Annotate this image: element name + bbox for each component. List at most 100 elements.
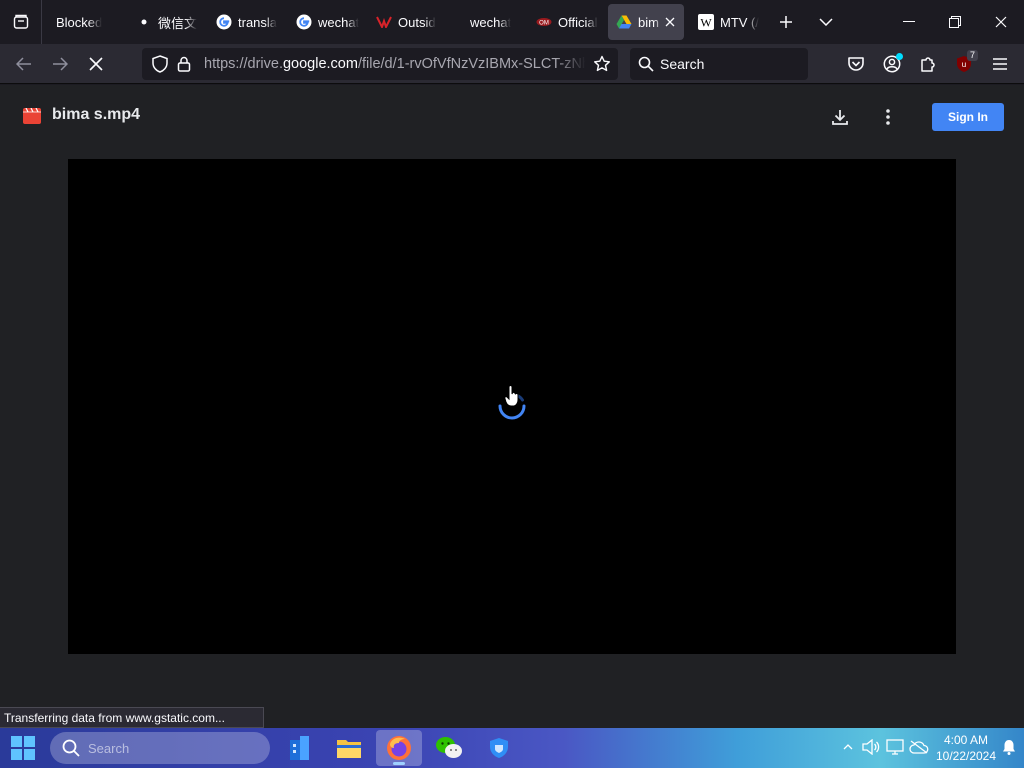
svg-text:u: u bbox=[962, 60, 966, 69]
app-menu-button[interactable] bbox=[984, 48, 1016, 80]
volume-button[interactable] bbox=[861, 737, 881, 757]
drive-viewer: bima s.mp4 Sign In bbox=[0, 85, 1024, 728]
search-bar-placeholder: Search bbox=[660, 56, 705, 72]
network-button[interactable] bbox=[885, 737, 905, 757]
taskbar-app-file-explorer[interactable] bbox=[326, 730, 372, 766]
back-button[interactable] bbox=[8, 48, 40, 80]
speaker-icon bbox=[862, 739, 880, 755]
show-hidden-icons-button[interactable] bbox=[838, 737, 858, 757]
taskbar-app-wechat[interactable] bbox=[426, 730, 472, 766]
wechat-icon bbox=[436, 737, 462, 758]
plus-icon bbox=[780, 16, 792, 28]
dot-icon bbox=[136, 14, 152, 30]
arrow-left-icon bbox=[16, 57, 31, 71]
account-button[interactable] bbox=[876, 48, 908, 80]
bookmark-star-icon[interactable] bbox=[590, 48, 614, 80]
pocket-icon bbox=[848, 57, 864, 71]
ublock-count-badge: 7 bbox=[966, 50, 978, 61]
tab-official[interactable]: OM Official bbox=[528, 4, 602, 40]
new-tab-button[interactable] bbox=[770, 6, 802, 38]
search-bar[interactable]: Search bbox=[630, 48, 808, 80]
start-button[interactable] bbox=[9, 734, 37, 762]
search-icon bbox=[62, 739, 80, 757]
pocket-button[interactable] bbox=[840, 48, 872, 80]
tab-mtv[interactable]: W MTV (/ bbox=[690, 4, 764, 40]
hamburger-menu-icon bbox=[993, 58, 1007, 70]
list-all-tabs-button[interactable] bbox=[810, 6, 842, 38]
tab-label: transla bbox=[238, 14, 278, 30]
chevron-down-icon bbox=[819, 18, 833, 26]
wikipedia-icon: W bbox=[698, 14, 714, 30]
firefox-icon bbox=[387, 736, 411, 760]
notifications-button[interactable] bbox=[999, 737, 1019, 757]
forward-button[interactable] bbox=[44, 48, 76, 80]
search-icon bbox=[638, 56, 654, 72]
notification-dot bbox=[896, 53, 903, 60]
address-bar[interactable]: https://drive.google.com/file/d/1-rvOfVf… bbox=[142, 48, 618, 80]
tab-wechat-google[interactable]: wechat bbox=[288, 4, 362, 40]
video-player[interactable] bbox=[68, 159, 956, 654]
url-host: google.com bbox=[282, 56, 358, 72]
hand-cursor-icon bbox=[504, 385, 519, 407]
office-building-icon bbox=[290, 736, 309, 760]
download-button[interactable] bbox=[826, 103, 854, 131]
tab-label: 微信文 bbox=[158, 15, 198, 31]
tab-weixin[interactable]: 微信文 bbox=[128, 4, 200, 40]
navigation-toolbar: https://drive.google.com/file/d/1-rvOfVf… bbox=[0, 44, 1024, 84]
lock-icon[interactable] bbox=[172, 48, 196, 80]
firefox-view-button[interactable] bbox=[0, 0, 42, 44]
minimize-button[interactable] bbox=[886, 0, 932, 44]
tab-label: wechat bbox=[318, 14, 360, 30]
more-options-button[interactable] bbox=[874, 103, 902, 131]
close-tab-icon[interactable] bbox=[662, 14, 678, 30]
tab-outside[interactable]: Outsid bbox=[368, 4, 446, 40]
firefox-view-icon bbox=[13, 14, 28, 29]
download-icon bbox=[832, 110, 848, 125]
taskbar-app-security[interactable] bbox=[476, 730, 522, 766]
drive-header: bima s.mp4 Sign In bbox=[0, 85, 1024, 149]
system-clock[interactable]: 4:00 AM 10/22/2024 bbox=[934, 732, 998, 764]
tracking-protection-shield-icon[interactable] bbox=[148, 48, 172, 80]
tab-blocked[interactable]: Blocked bbox=[48, 4, 120, 40]
restore-icon bbox=[949, 16, 961, 28]
clock-date: 10/22/2024 bbox=[935, 749, 997, 763]
tab-bima-active[interactable]: bim bbox=[608, 4, 684, 40]
taskbar-search-placeholder: Search bbox=[88, 740, 130, 756]
puzzle-icon bbox=[921, 57, 935, 72]
onedrive-button[interactable] bbox=[909, 737, 929, 757]
red-logo-icon: OM bbox=[536, 14, 552, 30]
tab-wechat[interactable]: wechat bbox=[462, 4, 522, 40]
tab-label: Outsid bbox=[398, 14, 436, 30]
ublock-button[interactable]: u 7 bbox=[948, 48, 980, 80]
extensions-button[interactable] bbox=[912, 48, 944, 80]
close-window-button[interactable] bbox=[978, 0, 1024, 44]
display-network-icon bbox=[886, 739, 904, 755]
folder-icon bbox=[337, 740, 361, 758]
chevron-up-icon bbox=[843, 744, 853, 750]
windows-taskbar: Search 4:00 AM 10/22/2024 bbox=[0, 728, 1024, 768]
video-file-icon bbox=[23, 108, 41, 124]
tab-label: Blocked bbox=[56, 14, 103, 30]
status-panel: Transferring data from www.gstatic.com..… bbox=[0, 707, 264, 728]
windows-logo-icon bbox=[11, 736, 35, 760]
taskbar-app-firefox[interactable] bbox=[376, 730, 422, 766]
close-icon bbox=[995, 16, 1007, 28]
url-text[interactable]: https://drive.google.com/file/d/1-rvOfVf… bbox=[204, 56, 586, 72]
file-title: bima s.mp4 bbox=[52, 106, 141, 123]
minimize-icon bbox=[903, 21, 915, 22]
more-vertical-icon bbox=[886, 109, 890, 125]
stop-button[interactable] bbox=[80, 48, 112, 80]
stop-x-icon bbox=[89, 57, 103, 71]
tab-translate[interactable]: transla bbox=[208, 4, 282, 40]
restore-button[interactable] bbox=[932, 0, 978, 44]
google-icon bbox=[296, 14, 312, 30]
taskbar-app-building[interactable] bbox=[276, 730, 322, 766]
tab-label: wechat bbox=[470, 14, 512, 30]
svg-text:W: W bbox=[700, 16, 712, 30]
sign-in-button[interactable]: Sign In bbox=[932, 103, 1004, 131]
clock-time: 4:00 AM bbox=[943, 733, 989, 747]
google-icon bbox=[216, 14, 232, 30]
arrow-right-icon bbox=[53, 57, 68, 71]
svg-text:OM: OM bbox=[539, 21, 549, 27]
taskbar-search-box[interactable]: Search bbox=[50, 732, 270, 764]
